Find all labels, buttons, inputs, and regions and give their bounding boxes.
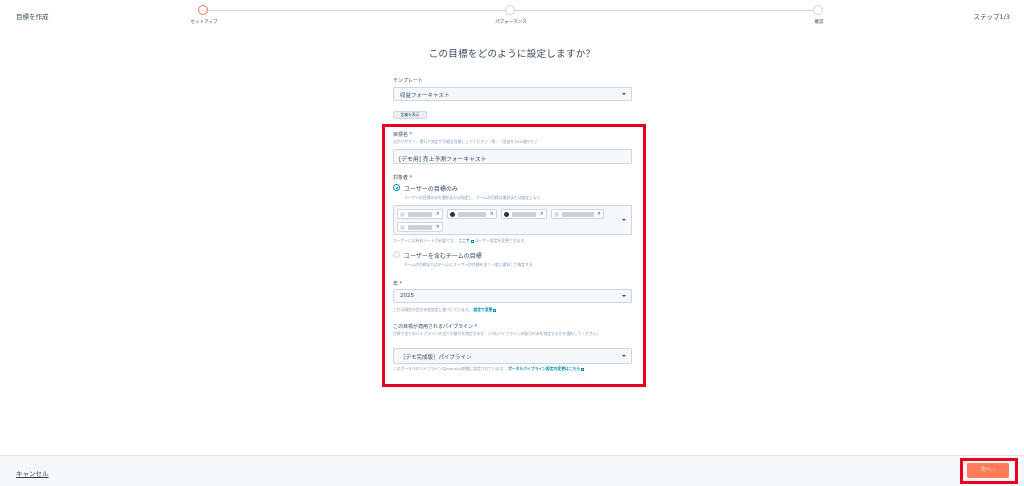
redacted-name bbox=[408, 212, 432, 217]
close-icon[interactable]: × bbox=[436, 224, 440, 230]
step-dot-icon bbox=[198, 5, 208, 15]
pipeline-note-text: このポータルのパイプラインはmonthly期間に設定されています。 bbox=[393, 366, 507, 371]
step-dot-icon bbox=[505, 5, 515, 15]
user-tag: × bbox=[447, 209, 497, 219]
pipeline-label: この目標が適用されるパイプライン * bbox=[393, 324, 478, 330]
avatar bbox=[400, 212, 405, 217]
external-link-icon bbox=[581, 367, 585, 371]
avatar bbox=[504, 212, 509, 217]
radio-teams-desc: チームの目標またはチームとユーザーの目標を全て一度に選択して指定する bbox=[404, 262, 533, 267]
page-title: この目標をどのように設定しますか？ bbox=[428, 49, 596, 60]
wizard-title: 目標を作成 bbox=[16, 13, 49, 21]
step-label-setup: セットアップ bbox=[190, 20, 218, 25]
goal-name-helper: 分かりやすく、実行や測定が可能な目標にしてください（例：「収益を10%増やす」） bbox=[393, 139, 540, 144]
goal-name-input[interactable]: [デモ用] 売上予測フォーキャスト bbox=[393, 149, 632, 164]
user-tag: × bbox=[551, 209, 604, 219]
radio-users-only-desc: ユーザーの目標のみを選択または指定し、チームの目標は選択または指定しない bbox=[404, 195, 541, 200]
radio-teams-label: ユーザーを含むチームの目標 bbox=[404, 253, 482, 260]
next-button[interactable]: 次へ › bbox=[967, 463, 1009, 478]
radio-users-only[interactable] bbox=[393, 184, 400, 191]
seat-note: ユーザーには有料シートが必要です。 ここで ユーザー設定を変更できます。 bbox=[393, 238, 528, 243]
cancel-button[interactable]: キャンセル bbox=[16, 468, 49, 478]
redacted-name bbox=[512, 212, 536, 217]
template-value: 収益フォーキャスト bbox=[400, 93, 450, 99]
step-performance[interactable] bbox=[505, 5, 517, 17]
goal-name-label: 目標名 * bbox=[393, 132, 413, 138]
user-tag: × bbox=[397, 209, 443, 219]
user-tag-select[interactable]: × × × × × bbox=[393, 205, 632, 235]
seat-note-tail: ユーザー設定を変更できます。 bbox=[474, 238, 528, 243]
avatar bbox=[400, 225, 405, 230]
pipeline-value: ［デモ完成版］パイプライン bbox=[400, 355, 472, 361]
year-helper: これは現在の会計年度設定に基づいています。 設定で変更 bbox=[393, 307, 497, 312]
external-link-icon bbox=[470, 239, 474, 243]
redacted-name bbox=[562, 212, 594, 217]
step-dot-icon bbox=[813, 5, 823, 15]
seat-settings-link[interactable]: ここで bbox=[458, 238, 469, 243]
chevron-down-icon bbox=[622, 93, 626, 95]
close-icon[interactable]: × bbox=[597, 211, 601, 217]
step-label-performance: パフォーマンス bbox=[495, 20, 527, 25]
close-icon[interactable]: × bbox=[540, 211, 544, 217]
wizard-footer: キャンセル bbox=[0, 455, 1024, 486]
avatar bbox=[554, 212, 559, 217]
pipeline-select[interactable]: ［デモ完成版］パイプライン bbox=[393, 348, 632, 364]
wizard-header: 目標を作成 セットアップ パフォーマンス 確認 ステップ1/3 bbox=[0, 0, 1024, 34]
template-select[interactable]: 収益フォーキャスト bbox=[393, 87, 632, 101]
year-select[interactable]: 2025 bbox=[393, 289, 632, 303]
redacted-name bbox=[408, 225, 432, 230]
template-label: テンプレート bbox=[393, 78, 423, 84]
step-setup[interactable] bbox=[198, 5, 210, 17]
avatar bbox=[450, 212, 455, 217]
step-review[interactable] bbox=[813, 5, 825, 17]
chevron-down-icon bbox=[622, 355, 626, 357]
portal-pipeline-settings-link[interactable]: ポータルパイプライン設定の変更はこちら bbox=[508, 366, 580, 371]
close-icon[interactable]: × bbox=[490, 211, 494, 217]
chevron-down-icon bbox=[622, 219, 626, 221]
external-link-icon bbox=[493, 308, 497, 312]
user-tag: × bbox=[397, 222, 443, 232]
seat-note-text: ユーザーには有料シートが必要です。 bbox=[393, 238, 458, 243]
step-counter: ステップ1/3 bbox=[973, 13, 1010, 21]
step-label-review: 確認 bbox=[814, 20, 824, 25]
year-label: 年 * bbox=[393, 281, 403, 287]
assignee-label: 対象者 * bbox=[393, 175, 413, 181]
pipeline-note: このポータルのパイプラインはmonthly期間に設定されています。 ポータルパイ… bbox=[393, 366, 631, 371]
radio-users-only-label: ユーザーの目標のみ bbox=[404, 186, 458, 193]
year-helper-text: これは現在の会計年度設定に基づいています。 bbox=[393, 307, 473, 312]
chevron-down-icon bbox=[622, 295, 626, 297]
year-value: 2025 bbox=[400, 293, 414, 299]
show-definition-button[interactable]: 定義を表示 bbox=[393, 111, 427, 119]
radio-teams[interactable] bbox=[393, 251, 400, 258]
pipeline-helper: 目標で全てのパイプラインの全ての取引を測定するか、1つのパイプラインの取引のみを… bbox=[393, 331, 601, 336]
close-icon[interactable]: × bbox=[436, 211, 440, 217]
user-tag: × bbox=[501, 209, 547, 219]
redacted-name bbox=[458, 212, 486, 217]
change-in-settings-link[interactable]: 設定で変更 bbox=[473, 307, 492, 312]
